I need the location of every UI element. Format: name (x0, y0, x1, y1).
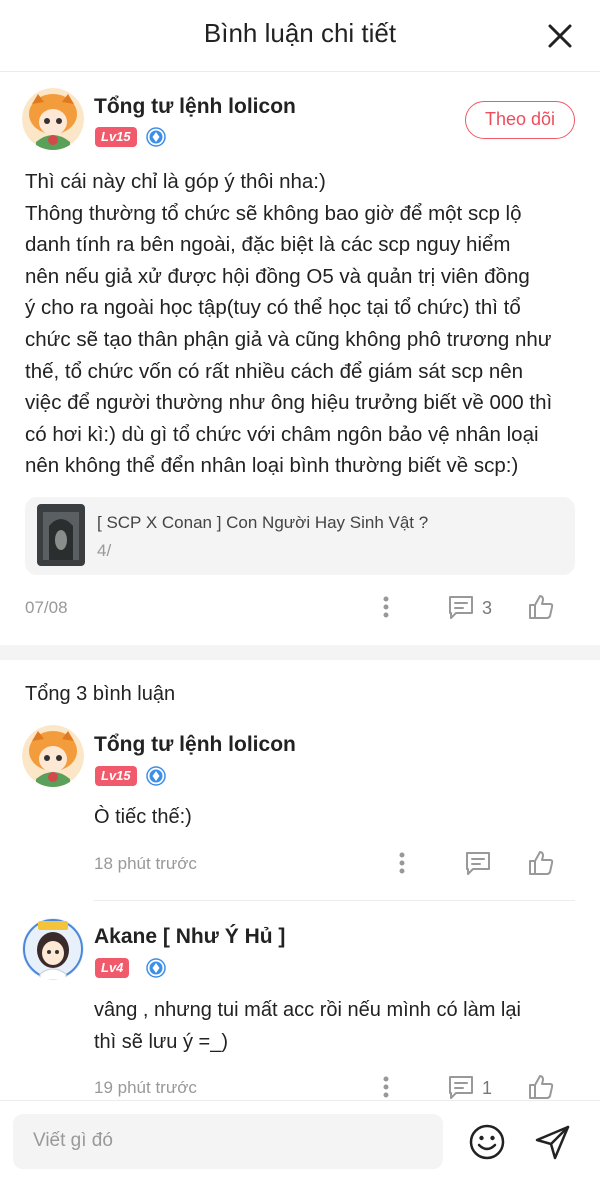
username[interactable]: Tổng tư lệnh lolicon (94, 733, 296, 757)
comment-icon[interactable] (464, 850, 492, 876)
send-icon[interactable] (533, 1122, 573, 1162)
page-title: Bình luận chi tiết (203, 18, 397, 48)
smiley-icon[interactable] (468, 1123, 506, 1161)
level-badge: Lv15 (95, 766, 137, 786)
level-badge: Lv15 (95, 127, 137, 147)
reply-text: vâng , nhưng tui mất acc rồi nếu mình có… (94, 999, 521, 1053)
avatar[interactable] (22, 88, 84, 150)
comment-icon[interactable] (447, 1074, 475, 1100)
input-placeholder: Viết gì đó (33, 1130, 113, 1151)
reply-time: 19 phút trước (94, 1078, 197, 1097)
story-title: [ SCP X Conan ] Con Người Hay Sinh Vật ? (97, 513, 429, 532)
level-badge: Lv4 (95, 958, 130, 978)
like-icon[interactable] (527, 1073, 555, 1101)
more-icon[interactable] (382, 1075, 390, 1099)
reply-text: Ò tiếc thế:) (94, 806, 192, 828)
comment-icon[interactable] (447, 594, 475, 620)
more-icon[interactable] (382, 595, 390, 619)
like-icon[interactable] (527, 849, 555, 877)
verified-icon (146, 766, 166, 786)
section-separator (0, 645, 600, 660)
comment-input-bar: Viết gì đó (0, 1100, 600, 1182)
reply-time: 18 phút trước (94, 854, 197, 873)
username[interactable]: Akane [ Như Ý Hủ ] (94, 925, 285, 949)
story-cover (37, 504, 85, 566)
follow-button[interactable]: Theo dõi (465, 101, 575, 139)
avatar[interactable] (22, 725, 84, 787)
verified-icon (146, 958, 166, 978)
comment-text: Thì cái này chỉ là góp ý thôi nha:) Thôn… (25, 170, 553, 478)
reply-count: 3 (482, 598, 493, 618)
total-comments: Tổng 3 bình luận (25, 683, 176, 705)
verified-icon (146, 127, 166, 147)
header: Bình luận chi tiết (0, 0, 600, 72)
more-icon[interactable] (398, 851, 406, 875)
story-chapter: 4/ (97, 541, 112, 560)
comment-input[interactable]: Viết gì đó (13, 1114, 443, 1169)
avatar[interactable] (22, 918, 84, 980)
close-icon[interactable] (546, 22, 574, 50)
like-icon[interactable] (527, 593, 555, 621)
comment-date: 07/08 (25, 598, 68, 617)
story-card[interactable]: [ SCP X Conan ] Con Người Hay Sinh Vật ?… (25, 497, 575, 575)
reply-divider (94, 900, 575, 901)
username[interactable]: Tổng tư lệnh lolicon (94, 95, 296, 119)
reply-count: 1 (482, 1078, 493, 1098)
